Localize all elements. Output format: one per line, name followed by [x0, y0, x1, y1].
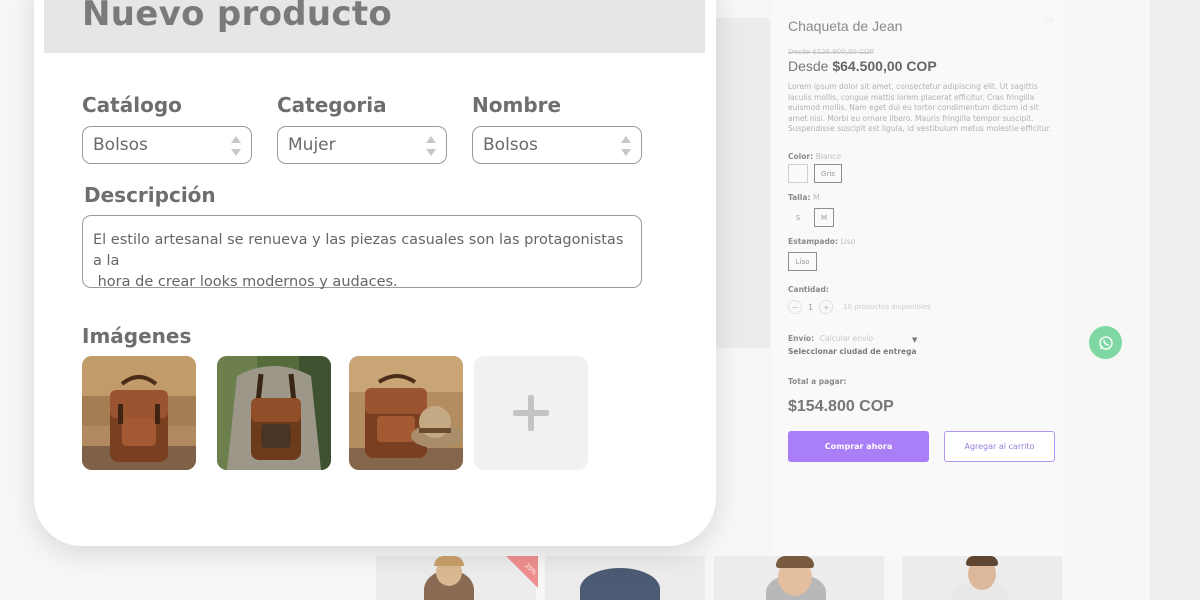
- plus-icon: [513, 395, 549, 431]
- color-label-text: Color:: [788, 152, 814, 161]
- color-option-gris[interactable]: Gris: [814, 164, 842, 183]
- product-thumbnail[interactable]: [545, 556, 705, 600]
- size-label-text: Talla:: [788, 193, 811, 202]
- catalog-select[interactable]: Bolsos: [82, 126, 252, 164]
- size-label: Talla: M: [788, 193, 820, 202]
- images-label: Imágenes: [82, 324, 192, 348]
- quantity-minus-button[interactable]: −: [788, 300, 802, 314]
- print-option-liso[interactable]: Liso: [788, 252, 817, 271]
- product-old-price: Desde $126.900,00 COP: [788, 48, 874, 56]
- product-description: Lorem ipsum dolor sit amet, consectetur …: [788, 82, 1052, 133]
- sale-badge-text: 20%: [523, 562, 538, 577]
- print-label: Estampado: Liso: [788, 237, 855, 246]
- description-textarea[interactable]: El estilo artesanal se renueva y las pie…: [82, 215, 642, 290]
- product-price: Desde $64.500,00 COP: [788, 58, 937, 74]
- product-detail-panel: Chaqueta de Jean ♡ Desde $126.900,00 COP…: [772, 0, 1066, 560]
- catalog-label: Catálogo: [82, 93, 182, 117]
- select-arrows-icon: [621, 136, 631, 156]
- product-image-thumbnail[interactable]: [217, 356, 331, 470]
- product-image-thumbnail[interactable]: [82, 356, 196, 470]
- chevron-down-icon[interactable]: ▼: [912, 336, 917, 344]
- description-line-1: El estilo artesanal se renueva y las pie…: [93, 232, 624, 269]
- backpack-worn-image: [217, 356, 331, 470]
- print-label-value: Liso: [840, 237, 856, 246]
- product-thumbnail[interactable]: [902, 556, 1062, 600]
- color-label-value: Blanco: [815, 152, 841, 161]
- product-thumbnail[interactable]: [714, 556, 884, 600]
- quantity-value[interactable]: 1: [808, 303, 813, 312]
- quantity-plus-button[interactable]: +: [819, 300, 834, 314]
- quantity-label: Cantidad:: [788, 285, 829, 294]
- buy-now-button[interactable]: Comprar ahora: [788, 431, 929, 462]
- shipping-calc-link[interactable]: Calcular envío: [820, 334, 873, 343]
- size-option-s[interactable]: S: [788, 208, 808, 227]
- quantity-stepper: − 1 + 10 productos disponibles: [788, 300, 931, 314]
- page-title: Nuevo producto: [82, 0, 393, 34]
- description-label: Descripción: [84, 183, 216, 207]
- select-arrows-icon: [426, 136, 436, 156]
- print-label-text: Estampado:: [788, 237, 838, 246]
- new-product-form: Nuevo producto Catálogo Bolsos Categoria…: [34, 0, 716, 546]
- product-image-thumbnail[interactable]: [349, 356, 463, 470]
- category-select-value: Mujer: [288, 135, 336, 155]
- description-line-2: hora de crear looks modernos y audaces.: [93, 274, 398, 290]
- category-label: Categoria: [277, 93, 387, 117]
- size-option-m[interactable]: M: [814, 208, 834, 227]
- sale-badge: 20%: [506, 556, 538, 588]
- backpack-hat-image: [349, 356, 463, 470]
- name-label: Nombre: [472, 93, 562, 117]
- add-image-button[interactable]: [474, 356, 588, 470]
- price-prefix: Desde: [788, 58, 829, 74]
- city-select[interactable]: Seleccionar ciudad de entrega: [788, 347, 917, 356]
- total-price: $154.800 COP: [788, 398, 894, 415]
- color-label: Color: Blanco: [788, 152, 841, 161]
- name-select[interactable]: Bolsos: [472, 126, 642, 164]
- category-select[interactable]: Mujer: [277, 126, 447, 164]
- form-header: Nuevo producto: [44, 0, 705, 53]
- page-side-strip: [1150, 0, 1200, 600]
- name-select-value: Bolsos: [483, 135, 538, 155]
- product-title: Chaqueta de Jean: [788, 18, 903, 34]
- select-arrows-icon: [231, 136, 241, 156]
- backpack-image: [82, 356, 196, 470]
- shipping-label: Envío:: [788, 334, 815, 343]
- color-option-white[interactable]: [788, 164, 808, 183]
- price-value: $64.500,00 COP: [832, 58, 937, 74]
- whatsapp-icon[interactable]: [1089, 326, 1122, 359]
- shipping-row: Envío: Calcular envío: [788, 334, 873, 343]
- total-label: Total a pagar:: [788, 377, 847, 386]
- favorite-heart-icon[interactable]: ♡: [1043, 16, 1054, 30]
- catalog-select-value: Bolsos: [93, 135, 148, 155]
- size-label-value: M: [813, 193, 820, 202]
- stock-note: 10 productos disponibles: [843, 303, 931, 311]
- add-to-cart-button[interactable]: Agregar al carrito: [944, 431, 1055, 462]
